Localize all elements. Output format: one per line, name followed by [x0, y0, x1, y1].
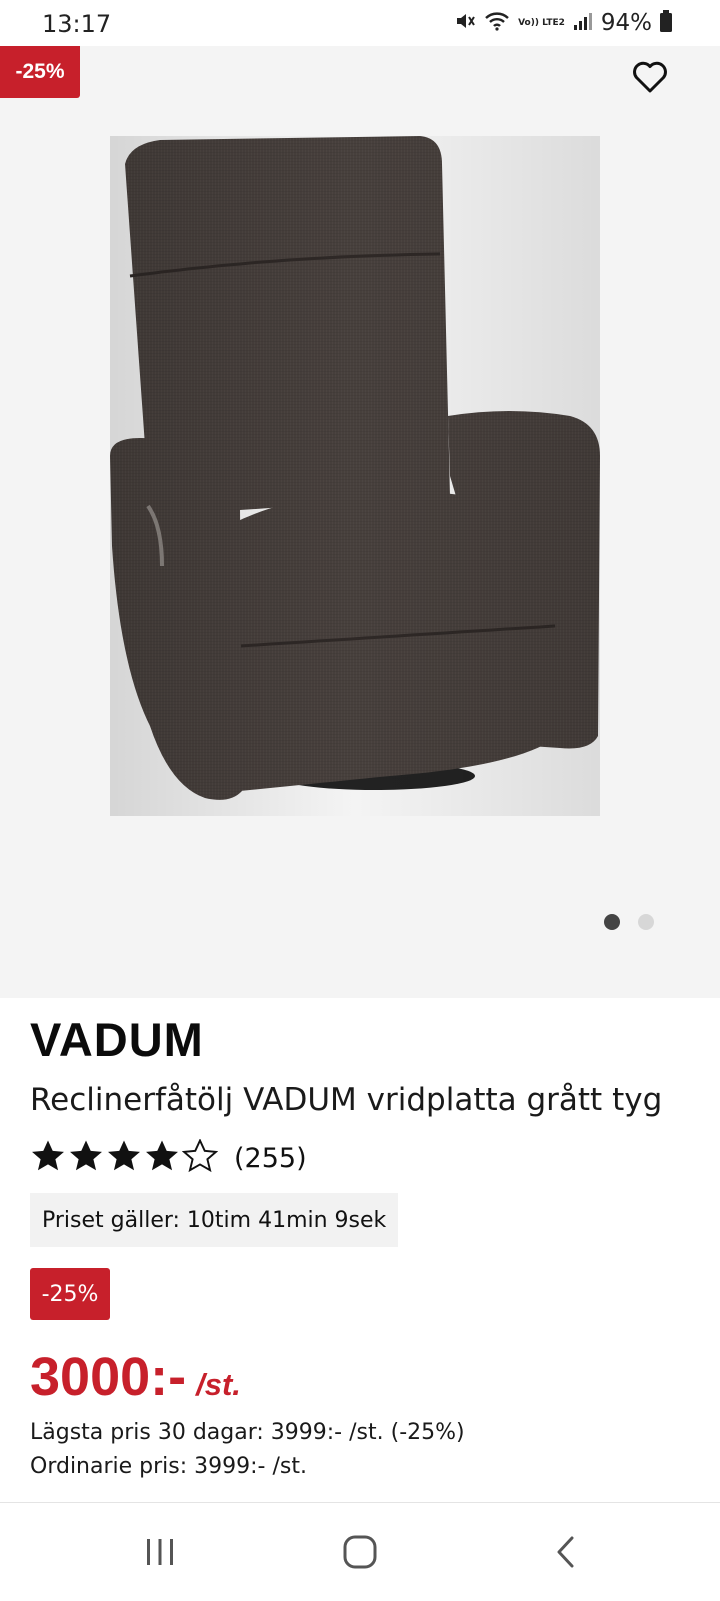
star-filled-icon	[30, 1139, 66, 1178]
status-icons: Vo)) LTE2 94%	[454, 9, 672, 37]
ordinary-price-note: Ordinarie pris: 3999:- /st.	[30, 1454, 307, 1479]
product-price: 3000:- /st.	[30, 1346, 241, 1408]
home-icon	[343, 1535, 377, 1574]
star-filled-icon	[106, 1139, 142, 1178]
star-outline-icon	[181, 1137, 219, 1178]
heart-outline-icon	[632, 61, 668, 98]
recent-apps-icon	[144, 1537, 176, 1572]
price-amount: 3000:-	[30, 1347, 187, 1407]
product-rating[interactable]: (255)	[30, 1137, 307, 1178]
product-brand: VADUM	[30, 1013, 204, 1066]
price-countdown: Priset gäller: 10tim 41min 9sek	[30, 1193, 399, 1247]
product-image-carousel[interactable]: -25%	[0, 46, 720, 998]
status-time: 13:17	[42, 10, 112, 38]
signal-icon	[573, 11, 593, 36]
carousel-indicator	[604, 914, 654, 930]
mute-icon	[454, 10, 476, 37]
back-button[interactable]	[536, 1529, 596, 1579]
wifi-icon	[484, 10, 510, 37]
battery-icon	[660, 9, 672, 37]
product-title: Reclinerfåtölj VADUM vridplatta grått ty…	[30, 1082, 663, 1118]
discount-badge: -25%	[0, 46, 80, 98]
carousel-dot[interactable]	[638, 914, 654, 930]
back-icon	[554, 1535, 578, 1574]
carousel-dot[interactable]	[604, 914, 620, 930]
lowest-price-note: Lägsta pris 30 dagar: 3999:- /st. (-25%)	[30, 1420, 465, 1445]
price-unit: /st.	[196, 1367, 241, 1402]
recent-apps-button[interactable]	[130, 1529, 190, 1579]
battery-percent: 94%	[600, 10, 652, 36]
system-nav-bar	[0, 1502, 720, 1601]
price-discount-badge: -25%	[30, 1268, 110, 1320]
home-button[interactable]	[330, 1529, 390, 1579]
status-bar: 13:17 Vo)) LTE2 94%	[0, 0, 720, 46]
review-count: (255)	[234, 1142, 307, 1174]
star-filled-icon	[68, 1139, 104, 1178]
network-label: Vo)) LTE2	[518, 17, 565, 28]
favorite-button[interactable]	[629, 58, 671, 100]
recliner-chair-image	[110, 136, 600, 816]
star-filled-icon	[144, 1139, 180, 1178]
